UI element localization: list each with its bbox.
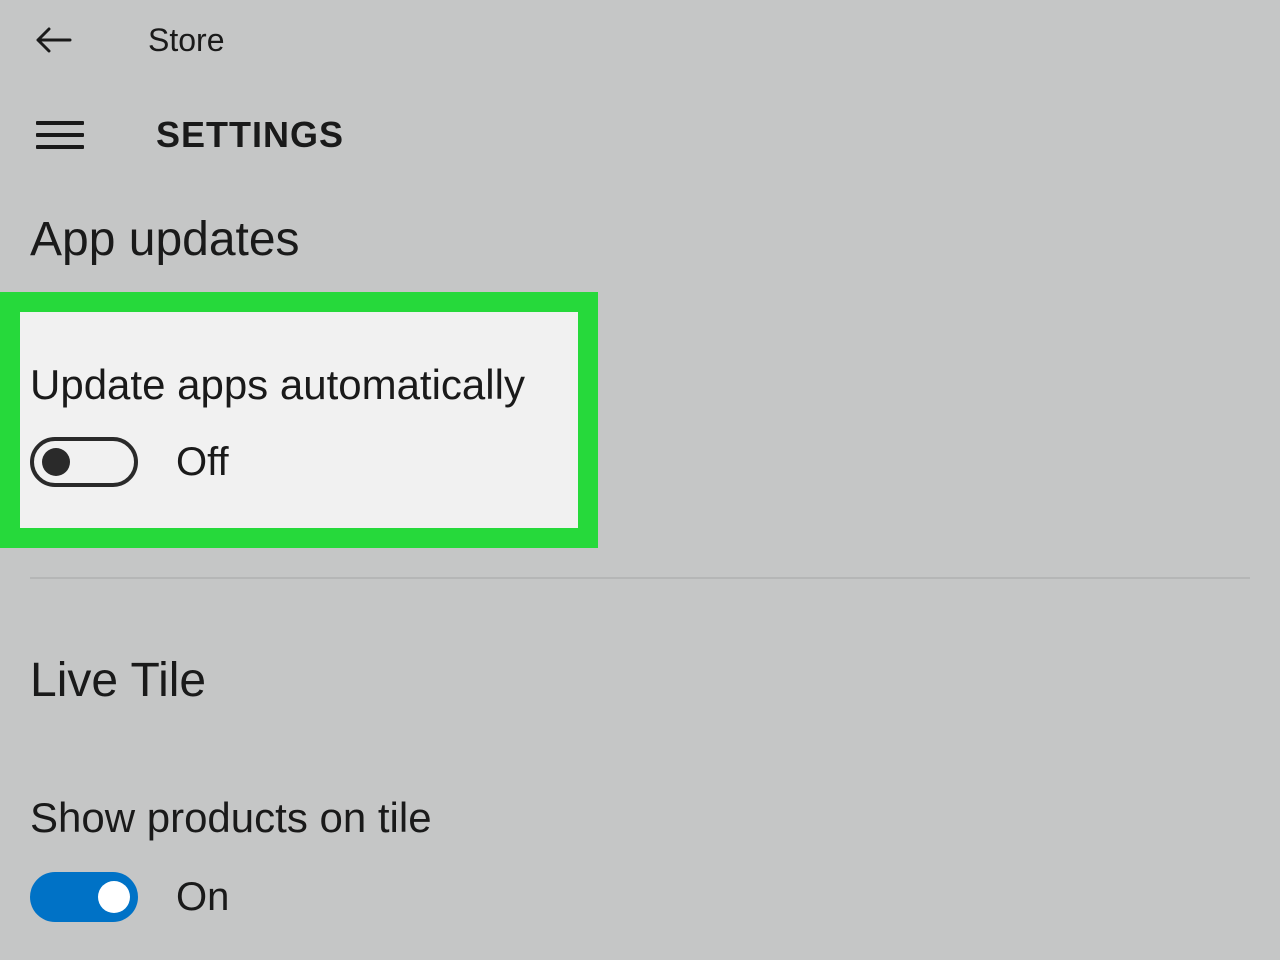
setting-update-apps-automatically: Update apps automatically Off bbox=[30, 361, 1250, 487]
toggle-knob bbox=[98, 881, 130, 913]
toggle-update-auto[interactable] bbox=[30, 437, 138, 487]
toggle-show-products[interactable] bbox=[30, 872, 138, 922]
app-title: Store bbox=[148, 22, 224, 59]
hamburger-menu-icon[interactable] bbox=[36, 117, 84, 153]
back-icon[interactable] bbox=[36, 22, 72, 58]
section-heading-app-updates: App updates bbox=[30, 212, 1250, 267]
page-title: SETTINGS bbox=[156, 114, 344, 156]
toggle-knob bbox=[42, 448, 70, 476]
top-bar: Store bbox=[0, 0, 1280, 70]
toggle-row-show-products: On bbox=[30, 872, 1250, 922]
toggle-state-show-products: On bbox=[176, 875, 229, 920]
toggle-state-update-auto: Off bbox=[176, 440, 229, 485]
section-divider bbox=[30, 577, 1250, 579]
setting-label-update-auto: Update apps automatically bbox=[30, 361, 1250, 409]
toggle-row-update-auto: Off bbox=[30, 437, 1250, 487]
header-row: SETTINGS bbox=[0, 70, 1280, 156]
setting-label-show-products: Show products on tile bbox=[30, 794, 1250, 842]
section-heading-live-tile: Live Tile bbox=[30, 653, 1250, 708]
